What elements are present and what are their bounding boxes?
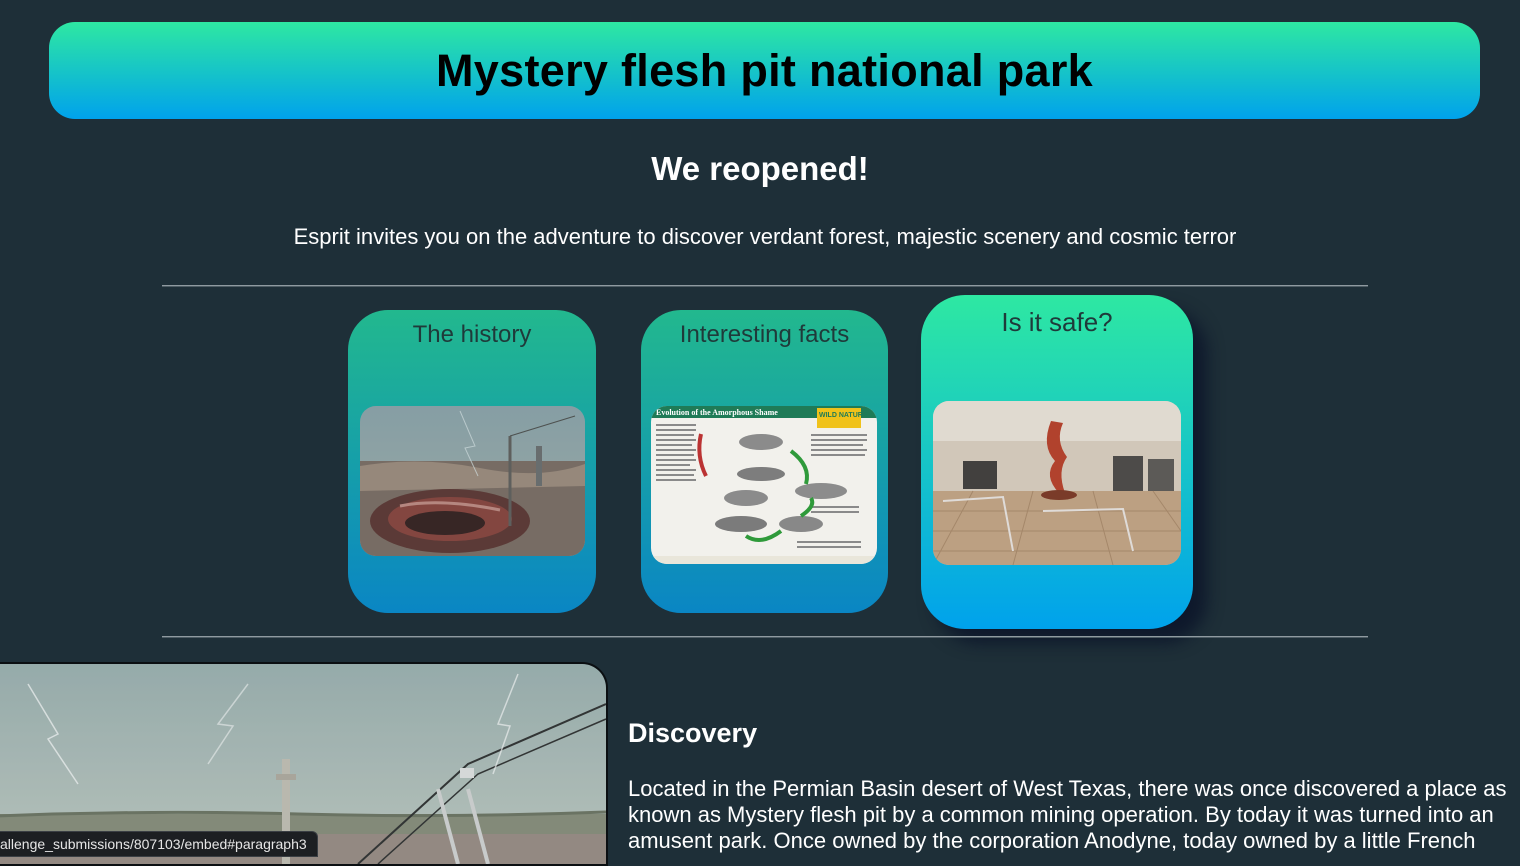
discovery-heading: Discovery bbox=[628, 718, 758, 748]
page-header: Mystery flesh pit national park bbox=[49, 22, 1480, 119]
divider-bottom bbox=[162, 636, 1368, 638]
evolution-poster-image: Evolution of the Amorphous Shame WILD NA… bbox=[651, 406, 877, 564]
divider-top bbox=[162, 285, 1368, 287]
discovery-paragraph: Located in the Permian Basin desert of W… bbox=[628, 776, 1507, 853]
page-title: Mystery flesh pit national park bbox=[436, 44, 1093, 96]
card-is-it-safe[interactable]: Is it safe? bbox=[921, 295, 1193, 629]
poster-badge: WILD NATURE bbox=[819, 412, 868, 419]
card-interesting-facts[interactable]: Interesting facts Evolution of the Amorp… bbox=[641, 310, 888, 613]
card-history-label: The history bbox=[412, 321, 532, 348]
link-status-bar: allenge_submissions/807103/embed#paragra… bbox=[0, 831, 318, 857]
card-safe-label: Is it safe? bbox=[1001, 307, 1113, 337]
reopened-heading: We reopened! bbox=[651, 150, 869, 187]
card-facts-label: Interesting facts bbox=[679, 321, 850, 348]
tagline: Esprit invites you on the adventure to d… bbox=[293, 224, 1237, 249]
card-history[interactable]: The history bbox=[348, 310, 596, 613]
poster-title: Evolution of the Amorphous Shame bbox=[656, 408, 778, 417]
museum-exhibit-image bbox=[933, 401, 1181, 565]
flesh-pit-crater-image bbox=[360, 406, 585, 556]
